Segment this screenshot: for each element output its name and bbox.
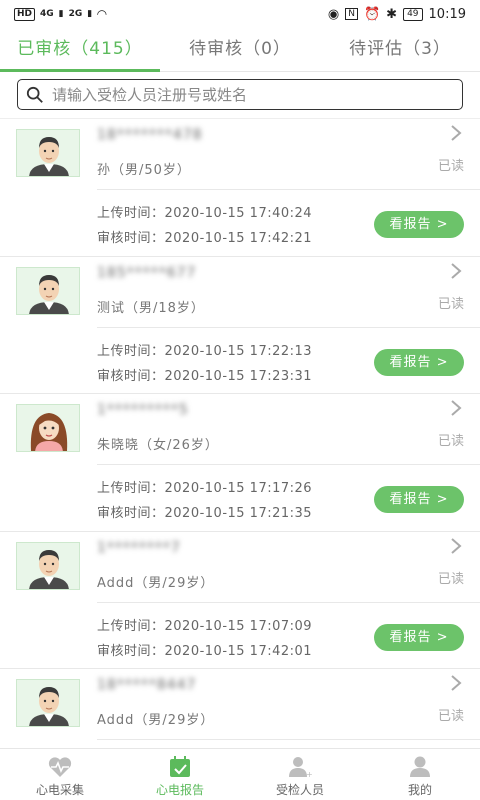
person-info: Addd（男/29岁） <box>97 713 215 728</box>
avatar <box>16 679 80 727</box>
registration-number: 18*****8447 <box>97 677 197 693</box>
avatar <box>16 129 80 177</box>
signal-2g: 2G <box>68 9 83 19</box>
svg-text:+: + <box>306 770 313 779</box>
tab-pending-evaluation[interactable]: 待评估（3） <box>320 28 480 71</box>
nav-examinees[interactable]: + 受检人员 <box>240 749 360 800</box>
avatar <box>16 404 80 452</box>
clock-time: 10:19 <box>428 6 466 22</box>
nav-mine[interactable]: 我的 <box>360 749 480 800</box>
read-status: 已读 <box>437 159 464 174</box>
view-report-button[interactable]: 看报告 > <box>374 486 464 513</box>
signal-4g: 4G <box>40 9 54 19</box>
nav-label: 受检人员 <box>275 783 324 797</box>
signal-bars-icon-2: ▮ <box>87 9 93 19</box>
nav-ecg-collect[interactable]: 心电采集 <box>0 749 120 800</box>
status-left: HD 4G ▮ 2G ▮ ◠ <box>14 7 106 21</box>
alarm-icon: ⏰ <box>363 6 381 22</box>
status-bar: HD 4G ▮ 2G ▮ ◠ ◉ N ⏰ ✱ 49 10:19 <box>0 0 480 28</box>
hd-badge: HD <box>14 7 36 21</box>
avatar <box>16 541 80 590</box>
chevron-right-icon[interactable] <box>450 125 462 141</box>
divider <box>97 739 480 740</box>
record-list: 18*******478 孙（男/50岁） 已读 上传时间：2020-10-15 17… <box>0 118 480 748</box>
signal-bars-icon: ▮ <box>58 9 64 19</box>
upload-time: 上传时间：2020-10-15 17:17:26 <box>97 481 313 496</box>
registration-number: 1********7 <box>97 539 181 556</box>
record-card[interactable]: 1*********5 朱晓晓（女/26岁） 已读上传时间：2020-10-15 1… <box>0 394 480 532</box>
bluetooth-icon: ✱ <box>386 6 398 22</box>
chevron-right-icon[interactable] <box>450 675 462 691</box>
registration-number: 185*****677 <box>97 264 197 281</box>
review-time: 审核时间：2020-10-15 17:21:35 <box>97 506 313 521</box>
upload-time: 上传时间：2020-10-15 17:22:13 <box>97 343 313 359</box>
record-card[interactable]: 1********7 Addd（男/29岁） 已读上传时间：2020-10-15 1… <box>0 532 480 669</box>
calendar-check-icon <box>170 756 190 777</box>
user-icon <box>410 756 430 777</box>
review-time: 审核时间：2020-10-15 17:42:01 <box>97 643 313 659</box>
person-info: 孙（男/50岁） <box>97 163 191 178</box>
registration-number: 18*******478 <box>97 127 203 143</box>
record-card[interactable]: 18*******478 孙（男/50岁） 已读上传时间：2020-10-15 17… <box>0 119 480 257</box>
person-info: 朱晓晓（女/26岁） <box>97 438 219 453</box>
record-card[interactable]: 18*****8447 Addd（男/29岁） 已读 <box>0 669 480 748</box>
search-box[interactable] <box>17 79 463 110</box>
person-info: Addd（男/29岁） <box>97 575 215 591</box>
view-report-button[interactable]: 看报告 > <box>374 348 464 376</box>
divider <box>97 189 480 190</box>
read-status: 已读 <box>437 296 464 312</box>
status-right: ◉ N ⏰ ✱ 49 10:19 <box>328 7 466 22</box>
read-status: 已读 <box>437 571 464 587</box>
search-input[interactable] <box>52 85 432 104</box>
person-add-icon: + <box>289 757 313 779</box>
chevron-right-icon[interactable] <box>450 262 462 279</box>
read-status: 已读 <box>437 709 464 724</box>
review-time: 审核时间：2020-10-15 17:42:21 <box>97 231 313 246</box>
battery-icon: 49 <box>403 7 423 21</box>
nav-ecg-report[interactable]: 心电报告 <box>120 749 240 800</box>
avatar <box>16 266 80 315</box>
chevron-right-icon[interactable] <box>450 537 462 554</box>
search-icon <box>26 86 43 103</box>
view-report-button[interactable]: 看报告 > <box>374 211 464 238</box>
wifi-icon: ◠ <box>97 7 107 21</box>
tab-pending-review[interactable]: 待审核（0） <box>160 28 320 71</box>
divider <box>97 326 480 328</box>
upload-time: 上传时间：2020-10-15 17:07:09 <box>97 618 313 634</box>
view-report-button[interactable]: 看报告 > <box>374 623 464 651</box>
bottom-nav: 心电采集 心电报告 + 受检人员 我的 <box>0 748 480 800</box>
person-info: 测试（男/18岁） <box>97 300 205 316</box>
tab-reviewed[interactable]: 已审核（415） <box>0 28 160 72</box>
divider <box>97 601 480 603</box>
tab-bar: 已审核（415） 待审核（0） 待评估（3） <box>0 28 480 72</box>
upload-time: 上传时间：2020-10-15 17:40:24 <box>97 206 313 221</box>
eye-icon: ◉ <box>327 6 340 22</box>
nav-label: 我的 <box>407 783 432 797</box>
registration-number: 1*********5 <box>97 402 189 418</box>
read-status: 已读 <box>437 434 464 449</box>
nav-label: 心电报告 <box>155 783 204 797</box>
review-time: 审核时间：2020-10-15 17:23:31 <box>97 368 313 384</box>
record-card[interactable]: 185*****677 测试（男/18岁） 已读上传时间：2020-10-15 17… <box>0 257 480 394</box>
nav-label: 心电采集 <box>35 783 84 797</box>
chevron-right-icon[interactable] <box>450 400 462 416</box>
nfc-icon: N <box>345 8 358 20</box>
heart-pulse-icon <box>48 757 72 777</box>
divider <box>97 464 480 465</box>
